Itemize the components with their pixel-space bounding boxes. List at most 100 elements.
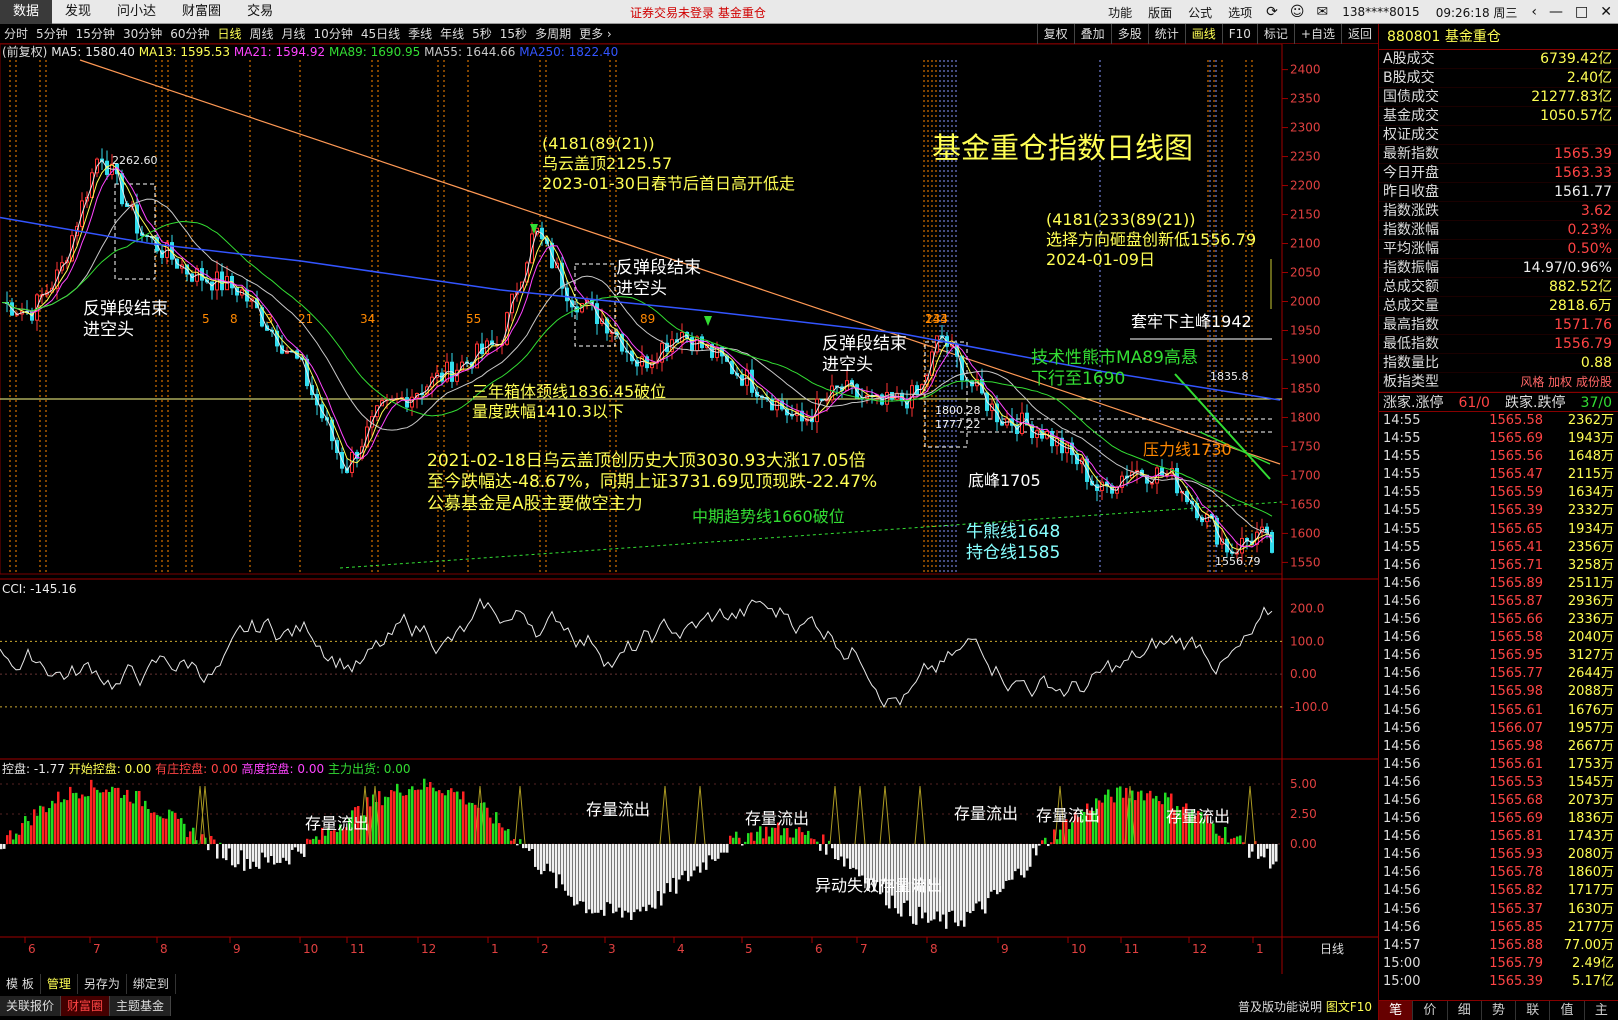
tick-row[interactable]: 14:55 1565.39 2332万 <box>1379 502 1618 520</box>
menu-data[interactable]: 数据 <box>0 0 53 24</box>
tick-row[interactable]: 14:56 1565.98 2667万 <box>1379 738 1618 756</box>
chart-tool-button[interactable]: 多股 <box>1110 24 1148 44</box>
tick-row[interactable]: 14:55 1565.56 1648万 <box>1379 448 1618 466</box>
chart-tool-button[interactable]: F10 <box>1221 24 1257 44</box>
menu-wealth[interactable]: 财富圈 <box>169 0 234 24</box>
tick-row[interactable]: 14:56 1565.81 1743万 <box>1379 828 1618 846</box>
back-icon[interactable]: ‹ <box>1525 4 1543 20</box>
account-id[interactable]: 138****8015 <box>1334 5 1427 19</box>
refresh-icon[interactable]: ⟳ <box>1260 4 1284 20</box>
tick-row[interactable]: 14:56 1566.07 1957万 <box>1379 720 1618 738</box>
period-tab[interactable]: 月线 <box>278 24 310 44</box>
tick-row[interactable]: 14:56 1565.69 1836万 <box>1379 810 1618 828</box>
period-tab[interactable]: 45日线 <box>357 24 404 44</box>
tick-row[interactable]: 14:55 1565.59 1634万 <box>1379 484 1618 502</box>
tick-time: 14:56 <box>1383 612 1421 628</box>
login-warning[interactable]: 证券交易未登录 基金重仓 <box>630 4 766 21</box>
tab-wealth-circle[interactable]: 财富圈 <box>61 996 111 1016</box>
period-tab[interactable]: 分时 <box>0 24 32 44</box>
tick-row[interactable]: 14:56 1565.53 1545万 <box>1379 774 1618 792</box>
chart-tool-button[interactable]: 返回 <box>1340 24 1378 44</box>
chart-tool-button[interactable]: 复权 <box>1036 24 1074 44</box>
tick-row[interactable]: 14:56 1565.37 1630万 <box>1379 901 1618 919</box>
tick-row[interactable]: 14:56 1565.87 2936万 <box>1379 593 1618 611</box>
period-tab[interactable]: 60分钟 <box>166 24 213 44</box>
tick-row[interactable]: 14:56 1565.98 2088万 <box>1379 683 1618 701</box>
minimize-icon[interactable]: — <box>1543 4 1569 20</box>
tick-row[interactable]: 14:56 1565.78 1860万 <box>1379 864 1618 882</box>
tick-row[interactable]: 14:55 1565.65 1934万 <box>1379 521 1618 539</box>
side-tab[interactable]: 联 <box>1516 1001 1551 1020</box>
indicator-bar-negative <box>975 844 978 904</box>
tick-row[interactable]: 14:57 1565.88 77.00万 <box>1379 937 1618 955</box>
period-tab[interactable]: 15秒 <box>496 24 531 44</box>
message-icon[interactable]: ✉ <box>1311 4 1335 20</box>
bind-button[interactable]: 绑定到 <box>127 974 176 994</box>
period-tab[interactable]: 年线 <box>436 24 468 44</box>
tick-row[interactable]: 14:56 1565.77 2644万 <box>1379 665 1618 683</box>
tick-row[interactable]: 14:56 1565.61 1676万 <box>1379 702 1618 720</box>
period-tab[interactable]: 15分钟 <box>72 24 119 44</box>
tick-row[interactable]: 14:56 1565.68 2073万 <box>1379 792 1618 810</box>
period-tab[interactable]: 30分钟 <box>119 24 166 44</box>
menu-options[interactable]: 选项 <box>1220 4 1260 21</box>
tick-row[interactable]: 14:56 1565.93 2080万 <box>1379 846 1618 864</box>
f10-link[interactable]: 图文F10 <box>1326 1000 1372 1014</box>
chart-tool-button[interactable]: 标记 <box>1256 24 1294 44</box>
close-icon[interactable]: ✕ <box>1594 4 1618 20</box>
help-text[interactable]: 普及版功能说明 <box>1238 1000 1322 1014</box>
menu-function[interactable]: 功能 <box>1100 4 1140 21</box>
tab-related-quotes[interactable]: 关联报价 <box>0 996 62 1016</box>
side-tab[interactable]: 值 <box>1550 1001 1585 1020</box>
tick-row[interactable]: 14:56 1565.66 2336万 <box>1379 611 1618 629</box>
tick-row[interactable]: 14:56 1565.82 1717万 <box>1379 882 1618 900</box>
chart-annotation: 存量流出 <box>1166 807 1230 827</box>
menu-layout[interactable]: 版面 <box>1140 4 1180 21</box>
manage-button[interactable]: 管理 <box>41 974 78 994</box>
side-tab[interactable]: 笔 <box>1379 1001 1414 1020</box>
side-tab[interactable]: 主 <box>1585 1001 1618 1020</box>
chart-tool-button[interactable]: 统计 <box>1147 24 1185 44</box>
menu-discover[interactable]: 发现 <box>52 0 104 24</box>
help-link[interactable]: 普及版功能说明 图文F10 <box>1238 998 1372 1015</box>
period-tab[interactable]: 更多 › <box>575 24 616 44</box>
side-tab[interactable]: 细 <box>1448 1001 1482 1020</box>
period-tab[interactable]: 季线 <box>404 24 436 44</box>
period-tab[interactable]: 5秒 <box>468 24 496 44</box>
tick-row[interactable]: 14:56 1565.89 2511万 <box>1379 575 1618 593</box>
tick-row[interactable]: 14:56 1565.95 3127万 <box>1379 647 1618 665</box>
tab-theme-fund[interactable]: 主题基金 <box>110 996 172 1016</box>
menu-trade[interactable]: 交易 <box>234 0 286 24</box>
period-tab[interactable]: 多周期 <box>531 24 575 44</box>
side-tab[interactable]: 势 <box>1482 1001 1517 1020</box>
menu-ask[interactable]: 问小达 <box>104 0 169 24</box>
chart-tool-button[interactable]: 画线 <box>1184 24 1222 44</box>
tick-row[interactable]: 14:55 1565.58 2362万 <box>1379 412 1618 430</box>
chart-tool-button[interactable]: 叠加 <box>1073 24 1111 44</box>
period-tab[interactable]: 日线 <box>214 24 246 44</box>
period-tab[interactable]: 10分钟 <box>310 24 357 44</box>
tick-row[interactable]: 14:55 1565.41 2356万 <box>1379 539 1618 557</box>
tick-row[interactable]: 14:55 1565.47 2115万 <box>1379 466 1618 484</box>
y-tick-label: 1900 <box>1290 352 1321 366</box>
menu-formula[interactable]: 公式 <box>1180 4 1220 21</box>
kline-chart-area[interactable]: (前复权) MA5: 1580.40 MA13: 1595.53 MA21: 1… <box>0 44 1378 974</box>
tick-row[interactable]: 14:55 1565.69 1943万 <box>1379 430 1618 448</box>
user-icon[interactable]: ☺ <box>1284 4 1311 20</box>
tick-list[interactable]: 14:55 1565.58 2362万 14:55 1565.69 1943万 14:55 1… <box>1379 412 1618 991</box>
side-tab[interactable]: 价 <box>1413 1001 1448 1020</box>
tick-row[interactable]: 14:56 1565.61 1753万 <box>1379 756 1618 774</box>
chart-tool-button[interactable]: +自选 <box>1293 24 1341 44</box>
tick-row[interactable]: 14:56 1565.85 2177万 <box>1379 919 1618 937</box>
tick-row[interactable]: 15:00 1565.79 2.49亿 <box>1379 955 1618 973</box>
save-as-button[interactable]: 另存为 <box>78 974 127 994</box>
tick-row[interactable]: 14:56 1565.58 2040万 <box>1379 629 1618 647</box>
tick-row[interactable]: 14:56 1565.71 3258万 <box>1379 557 1618 575</box>
maximize-icon[interactable]: □ <box>1569 4 1594 20</box>
template-button[interactable]: 模 板 <box>0 974 41 994</box>
period-tab[interactable]: 周线 <box>246 24 278 44</box>
day-period-button[interactable]: 日线 <box>1320 940 1344 957</box>
period-tab[interactable]: 5分钟 <box>32 24 72 44</box>
chart-annotation-line: 套牢下主峰1942 <box>1131 312 1252 331</box>
tick-row[interactable]: 15:00 1565.39 5.17亿 <box>1379 973 1618 991</box>
